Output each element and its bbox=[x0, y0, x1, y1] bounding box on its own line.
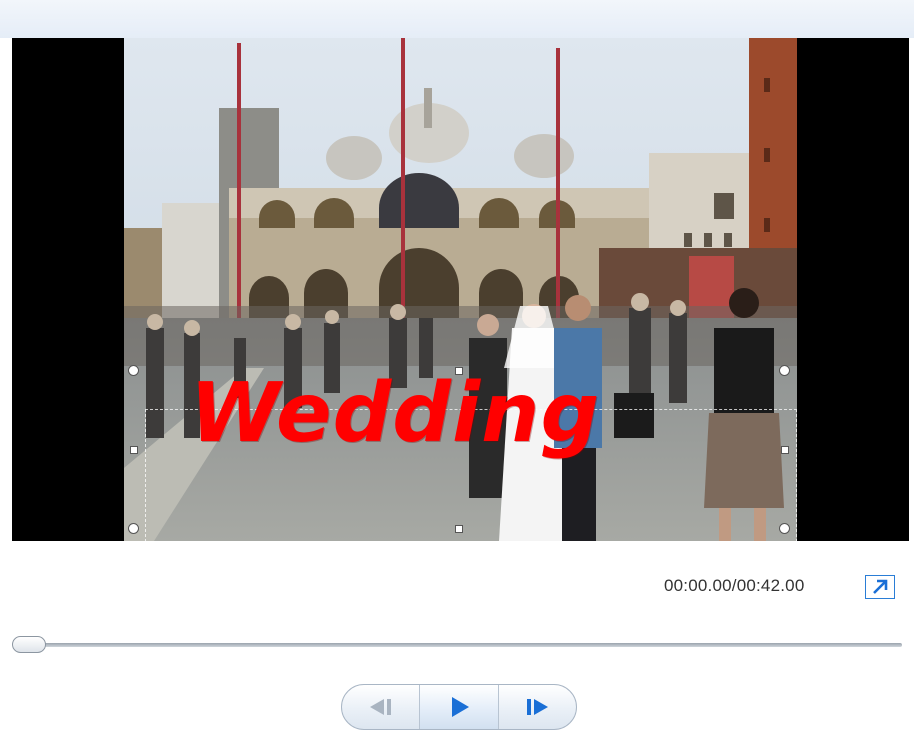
previous-frame-icon bbox=[369, 699, 391, 715]
next-frame-button[interactable] bbox=[499, 685, 576, 729]
seek-bar-thumb[interactable] bbox=[12, 636, 46, 653]
playback-controls bbox=[341, 684, 577, 730]
resize-handle-middle-right[interactable] bbox=[781, 446, 789, 454]
top-strip bbox=[0, 0, 914, 38]
seek-bar-track[interactable] bbox=[30, 643, 902, 647]
resize-handle-bottom-right[interactable] bbox=[779, 523, 790, 534]
play-icon bbox=[451, 697, 469, 717]
fullscreen-button[interactable] bbox=[865, 575, 895, 599]
expand-arrow-icon bbox=[873, 579, 888, 594]
caption-text[interactable]: Wedding bbox=[125, 373, 665, 455]
resize-handle-bottom-left[interactable] bbox=[128, 523, 139, 534]
resize-handle-bottom-middle[interactable] bbox=[455, 525, 463, 533]
previous-frame-button[interactable] bbox=[342, 685, 421, 729]
next-frame-icon bbox=[527, 699, 549, 715]
video-preview[interactable] bbox=[12, 38, 909, 541]
play-button[interactable] bbox=[420, 685, 499, 729]
time-readout: 00:00.00/00:42.00 bbox=[664, 576, 805, 595]
resize-handle-top-right[interactable] bbox=[779, 365, 790, 376]
